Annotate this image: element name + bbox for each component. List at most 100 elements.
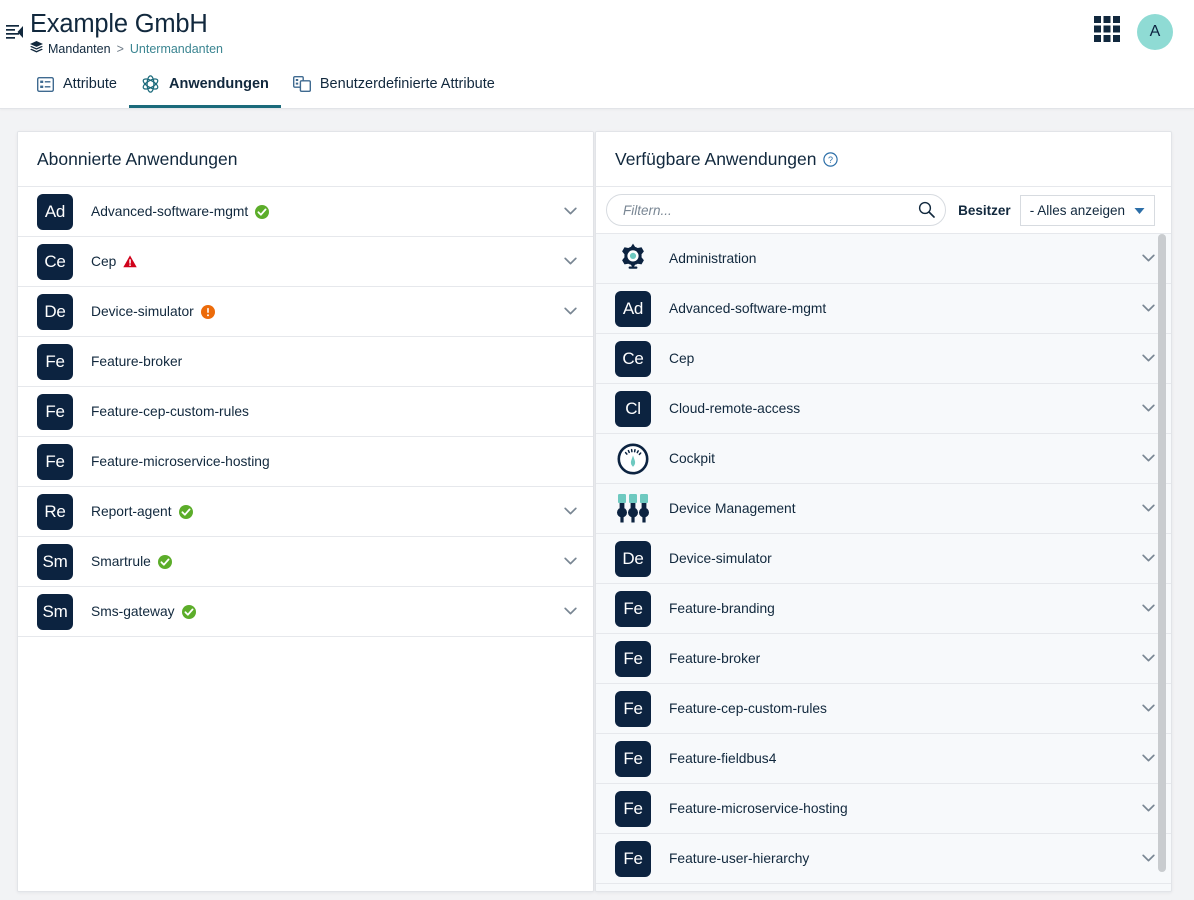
list-item[interactable]: Device Management bbox=[596, 484, 1171, 534]
list-item[interactable]: Cockpit bbox=[596, 434, 1171, 484]
app-tile: Fe bbox=[37, 343, 73, 380]
chevron-down-icon[interactable] bbox=[1142, 804, 1155, 813]
tab-label: Benutzerdefinierte Attribute bbox=[319, 76, 495, 92]
available-applications-list[interactable]: Administration Ad Advanced-software-mgmt … bbox=[596, 234, 1171, 891]
list-item-label-wrap: Device Management bbox=[669, 501, 796, 516]
app-switcher-grid-icon[interactable] bbox=[1093, 15, 1121, 48]
list-item-label-wrap: Feature-user-hierarchy bbox=[669, 851, 809, 866]
list-item[interactable]: Ce Cep bbox=[596, 334, 1171, 384]
list-item-label: Feature-cep-custom-rules bbox=[669, 701, 827, 716]
list-item-label: Cep bbox=[669, 351, 695, 366]
app-tile: Fe bbox=[615, 840, 651, 877]
chevron-down-icon[interactable] bbox=[564, 557, 577, 566]
list-item[interactable]: Fe bbox=[596, 884, 1171, 891]
list-item[interactable]: Cl Cloud-remote-access bbox=[596, 384, 1171, 434]
chevron-down-icon[interactable] bbox=[564, 507, 577, 516]
list-item-label-wrap: Advanced-software-mgmt bbox=[669, 301, 826, 316]
list-item[interactable]: Fe Feature-microservice-hosting bbox=[596, 784, 1171, 834]
scrollbar-thumb[interactable] bbox=[1158, 234, 1166, 872]
list-item-label-wrap: Feature-cep-custom-rules bbox=[91, 404, 249, 419]
gauge-icon bbox=[617, 443, 649, 474]
list-item-label-wrap: Feature-branding bbox=[669, 601, 775, 616]
avatar[interactable]: A bbox=[1137, 13, 1173, 50]
custom-attribute-icon bbox=[292, 76, 311, 92]
caret-down-icon bbox=[1134, 203, 1145, 218]
list-item[interactable]: Fe Feature-broker bbox=[18, 337, 593, 387]
chevron-down-icon[interactable] bbox=[1142, 854, 1155, 863]
list-item[interactable]: Fe Feature-broker bbox=[596, 634, 1171, 684]
breadcrumb-root[interactable]: Mandanten bbox=[48, 42, 111, 56]
chevron-down-icon[interactable] bbox=[1142, 354, 1155, 363]
list-item[interactable]: Re Report-agent bbox=[18, 487, 593, 537]
chevron-down-icon[interactable] bbox=[1142, 254, 1155, 263]
list-item[interactable]: Fe Feature-cep-custom-rules bbox=[18, 387, 593, 437]
list-item[interactable]: Ad Advanced-software-mgmt bbox=[596, 284, 1171, 334]
chevron-down-icon[interactable] bbox=[1142, 554, 1155, 563]
list-item[interactable]: Administration bbox=[596, 234, 1171, 284]
chevron-down-icon[interactable] bbox=[1142, 304, 1155, 313]
chevron-down-icon[interactable] bbox=[1142, 504, 1155, 513]
header-actions: A bbox=[1093, 13, 1194, 50]
list-item-label-wrap: Cloud-remote-access bbox=[669, 401, 800, 416]
app-tile: De bbox=[37, 293, 73, 330]
list-item-label-wrap: Advanced-software-mgmt bbox=[91, 204, 270, 219]
list-item[interactable]: Fe Feature-microservice-hosting bbox=[18, 437, 593, 487]
question-circle-icon[interactable]: ? bbox=[823, 151, 839, 167]
list-item-label-wrap: Report-agent bbox=[91, 504, 193, 519]
tab-bar: Attribute Anwendungen Benutzerdefinierte… bbox=[0, 63, 1194, 109]
app-tile: Ad bbox=[37, 193, 73, 230]
list-scrollbar[interactable] bbox=[1158, 234, 1166, 891]
list-item-label: Feature-user-hierarchy bbox=[669, 851, 810, 866]
breadcrumb-current[interactable]: Untermandanten bbox=[130, 42, 223, 56]
list-item-label-wrap: Feature-microservice-hosting bbox=[669, 801, 848, 816]
list-item[interactable]: De Device-simulator bbox=[596, 534, 1171, 584]
connectors-icon bbox=[615, 491, 651, 527]
list-item[interactable]: Fe Feature-user-hierarchy bbox=[596, 834, 1171, 884]
list-item-label-wrap: Cep bbox=[669, 351, 694, 366]
chevron-down-icon[interactable] bbox=[564, 307, 577, 316]
search-input[interactable] bbox=[606, 194, 947, 226]
tab-benutzerdefinierte-attribute[interactable]: Benutzerdefinierte Attribute bbox=[281, 63, 507, 108]
app-tile: De bbox=[615, 540, 651, 577]
chevron-down-icon[interactable] bbox=[564, 207, 577, 216]
list-item-label: Feature-fieldbus4 bbox=[669, 751, 777, 766]
list-item[interactable]: Fe Feature-branding bbox=[596, 584, 1171, 634]
chevron-down-icon[interactable] bbox=[1142, 404, 1155, 413]
subscribed-applications-list[interactable]: Ad Advanced-software-mgmt Ce Cep De Device-… bbox=[18, 187, 593, 891]
app-tile: Fe bbox=[615, 740, 651, 777]
list-item-label: Cep bbox=[91, 254, 117, 269]
search-wrapper bbox=[606, 194, 947, 226]
left-panel-header: Abonnierte Anwendungen bbox=[18, 132, 593, 187]
tab-anwendungen[interactable]: Anwendungen bbox=[129, 63, 281, 108]
app-tile: Ce bbox=[615, 340, 651, 377]
list-item-label-wrap: Feature-broker bbox=[669, 651, 760, 666]
breadcrumb: Mandanten > Untermandanten bbox=[30, 41, 223, 56]
chevron-down-icon[interactable] bbox=[1142, 754, 1155, 763]
chevron-down-icon[interactable] bbox=[1142, 454, 1155, 463]
list-item[interactable]: Ce Cep bbox=[18, 237, 593, 287]
status-badge-alert bbox=[200, 304, 215, 319]
list-item[interactable]: Ad Advanced-software-mgmt bbox=[18, 187, 593, 237]
list-item-label-wrap: Feature-fieldbus4 bbox=[669, 751, 776, 766]
chevron-down-icon[interactable] bbox=[1142, 654, 1155, 663]
atom-icon bbox=[141, 75, 160, 93]
list-item[interactable]: Sm Smartrule bbox=[18, 537, 593, 587]
list-item[interactable]: Fe Feature-fieldbus4 bbox=[596, 734, 1171, 784]
list-item[interactable]: Sm Sms-gateway bbox=[18, 587, 593, 637]
chevron-down-icon[interactable] bbox=[1142, 604, 1155, 613]
collapse-menu-icon[interactable] bbox=[2, 19, 28, 45]
app-tile: Ad bbox=[615, 290, 651, 327]
list-item[interactable]: Fe Feature-cep-custom-rules bbox=[596, 684, 1171, 734]
chevron-down-icon[interactable] bbox=[564, 607, 577, 616]
subscribed-applications-panel: Abonnierte Anwendungen Ad Advanced-softwa… bbox=[17, 131, 594, 892]
available-applications-panel: Verfügbare Anwendungen ? Besitzer bbox=[595, 131, 1172, 892]
tab-attribute[interactable]: Attribute bbox=[25, 63, 129, 108]
right-panel-title: Verfügbare Anwendungen bbox=[615, 148, 817, 169]
status-badge-success bbox=[157, 554, 172, 569]
chevron-down-icon[interactable] bbox=[564, 257, 577, 266]
search-icon[interactable] bbox=[918, 201, 935, 223]
list-item[interactable]: De Device-simulator bbox=[18, 287, 593, 337]
owner-select[interactable]: - Alles anzeigen bbox=[1019, 194, 1155, 226]
list-item-label: Feature-microservice-hosting bbox=[91, 454, 270, 469]
chevron-down-icon[interactable] bbox=[1142, 704, 1155, 713]
